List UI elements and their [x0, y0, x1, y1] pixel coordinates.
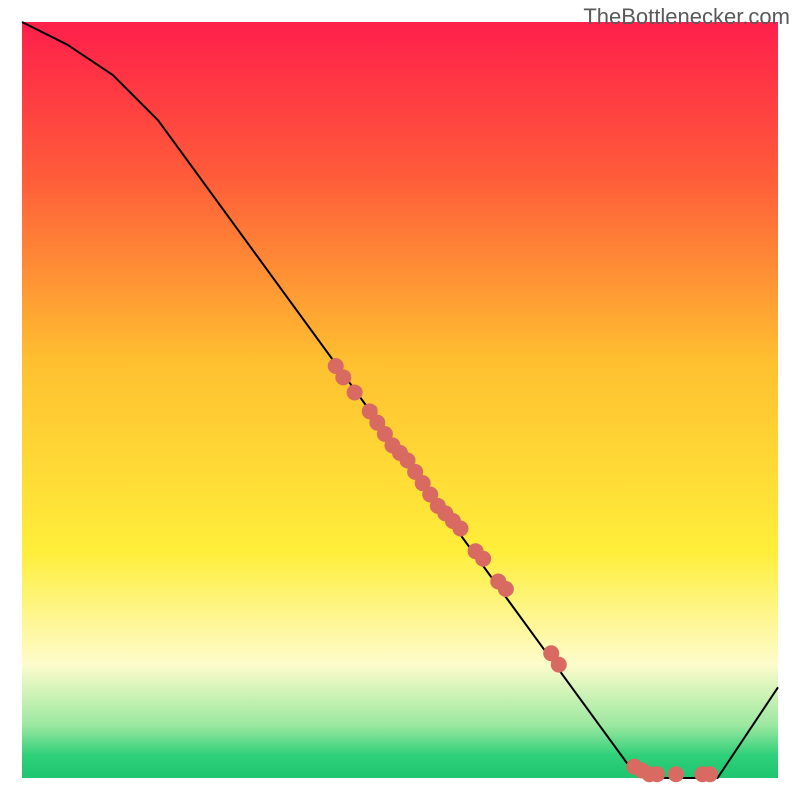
- plot-background: [22, 22, 778, 778]
- marker-point: [551, 657, 567, 673]
- marker-point: [668, 766, 684, 782]
- marker-point: [702, 766, 718, 782]
- marker-point: [475, 551, 491, 567]
- marker-point: [347, 384, 363, 400]
- marker-point: [452, 521, 468, 537]
- marker-point: [335, 369, 351, 385]
- attribution-label: TheBottlenecker.com: [583, 4, 790, 30]
- marker-point: [498, 581, 514, 597]
- bottleneck-chart: [0, 0, 800, 800]
- chart-container: TheBottlenecker.com: [0, 0, 800, 800]
- marker-point: [649, 766, 665, 782]
